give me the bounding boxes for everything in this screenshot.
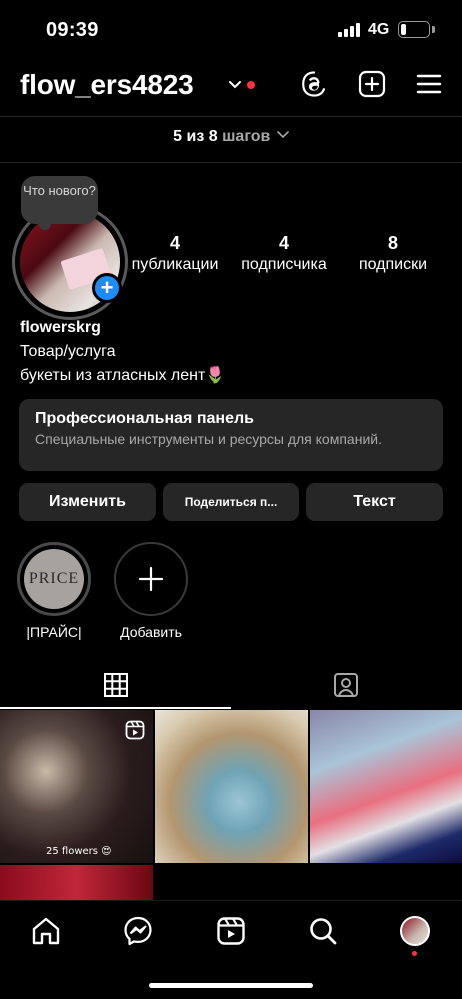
highlight-add[interactable]: Добавить bbox=[113, 542, 189, 640]
edit-profile-button[interactable]: Изменить bbox=[19, 483, 156, 521]
profile-header: flow_ers4823 bbox=[0, 62, 462, 112]
active-tab-indicator bbox=[0, 707, 231, 709]
home-icon[interactable] bbox=[30, 915, 62, 947]
profile-category: Товар/услуга bbox=[20, 343, 116, 360]
grid-icon[interactable] bbox=[103, 672, 129, 698]
chevron-down-icon[interactable] bbox=[228, 80, 242, 90]
battery-icon bbox=[398, 21, 430, 38]
posts-stat[interactable]: 4 публикации bbox=[124, 232, 226, 276]
profile-avatar-tab[interactable] bbox=[400, 916, 430, 946]
post-thumbnail[interactable] bbox=[155, 710, 308, 863]
account-switcher-username[interactable]: flow_ers4823 bbox=[20, 69, 194, 101]
panel-subtitle: Специальные инструменты и ресурсы для ко… bbox=[35, 431, 382, 447]
create-plus-icon[interactable] bbox=[357, 69, 387, 99]
professional-dashboard[interactable]: Профессиональная панель Специальные инст… bbox=[19, 399, 443, 471]
menu-icon[interactable] bbox=[414, 69, 444, 99]
reels-nav-icon[interactable] bbox=[215, 915, 247, 947]
reels-icon bbox=[125, 720, 145, 740]
steps-divider bbox=[0, 162, 462, 163]
add-story-plus-icon[interactable]: + bbox=[92, 273, 122, 303]
search-icon[interactable] bbox=[307, 915, 339, 947]
signal-icon bbox=[338, 23, 360, 37]
battery-tip bbox=[432, 26, 435, 33]
status-time: 09:39 bbox=[46, 19, 99, 41]
share-profile-button[interactable]: Поделиться п... bbox=[163, 483, 299, 521]
header-divider bbox=[0, 116, 462, 117]
highlight-price[interactable]: PRICE |ПРАЙС| bbox=[16, 542, 92, 640]
home-indicator bbox=[149, 983, 313, 988]
post-thumbnail[interactable] bbox=[310, 710, 462, 863]
setup-steps[interactable]: 5 из 8 шагов bbox=[0, 128, 462, 146]
post-caption: 25 flowers 😍 bbox=[46, 846, 112, 857]
status-bar: 09:39 4G bbox=[0, 0, 462, 62]
followers-label: подписчика bbox=[241, 256, 327, 273]
highlight-cover: PRICE bbox=[17, 542, 91, 616]
posts-label: публикации bbox=[131, 256, 219, 273]
steps-label: шагов bbox=[222, 128, 271, 145]
steps-progress: 5 из 8 bbox=[173, 128, 218, 145]
highlight-cover-text: PRICE bbox=[24, 549, 84, 609]
profile-tabs bbox=[0, 664, 462, 710]
network-type: 4G bbox=[368, 21, 390, 38]
chevron-down-icon bbox=[277, 131, 289, 139]
add-highlight-circle bbox=[114, 542, 188, 616]
following-count: 8 bbox=[387, 233, 398, 253]
threads-icon[interactable] bbox=[299, 69, 329, 99]
messenger-icon[interactable] bbox=[122, 915, 154, 947]
following-stat[interactable]: 8 подписки bbox=[350, 232, 436, 276]
post-thumbnail[interactable] bbox=[0, 865, 153, 901]
highlight-label: |ПРАЙС| bbox=[26, 624, 82, 640]
profile-name: flowerskrg bbox=[20, 319, 101, 336]
tagged-icon[interactable] bbox=[333, 672, 359, 698]
post-thumbnail[interactable]: 25 flowers 😍 bbox=[0, 710, 153, 863]
note-bubble[interactable]: Что нового? bbox=[21, 176, 98, 230]
profile-bio: букеты из атласных лент🌷 bbox=[20, 367, 226, 384]
following-label: подписки bbox=[358, 256, 428, 273]
posts-count: 4 bbox=[169, 233, 180, 253]
notification-dot bbox=[412, 951, 417, 956]
notification-dot bbox=[247, 81, 255, 89]
plus-icon bbox=[138, 566, 164, 592]
followers-count: 4 bbox=[278, 233, 289, 253]
text-button[interactable]: Текст bbox=[306, 483, 443, 521]
highlight-label: Добавить bbox=[120, 624, 182, 640]
followers-stat[interactable]: 4 подписчика bbox=[232, 232, 336, 276]
panel-title: Профессиональная панель bbox=[35, 410, 254, 427]
